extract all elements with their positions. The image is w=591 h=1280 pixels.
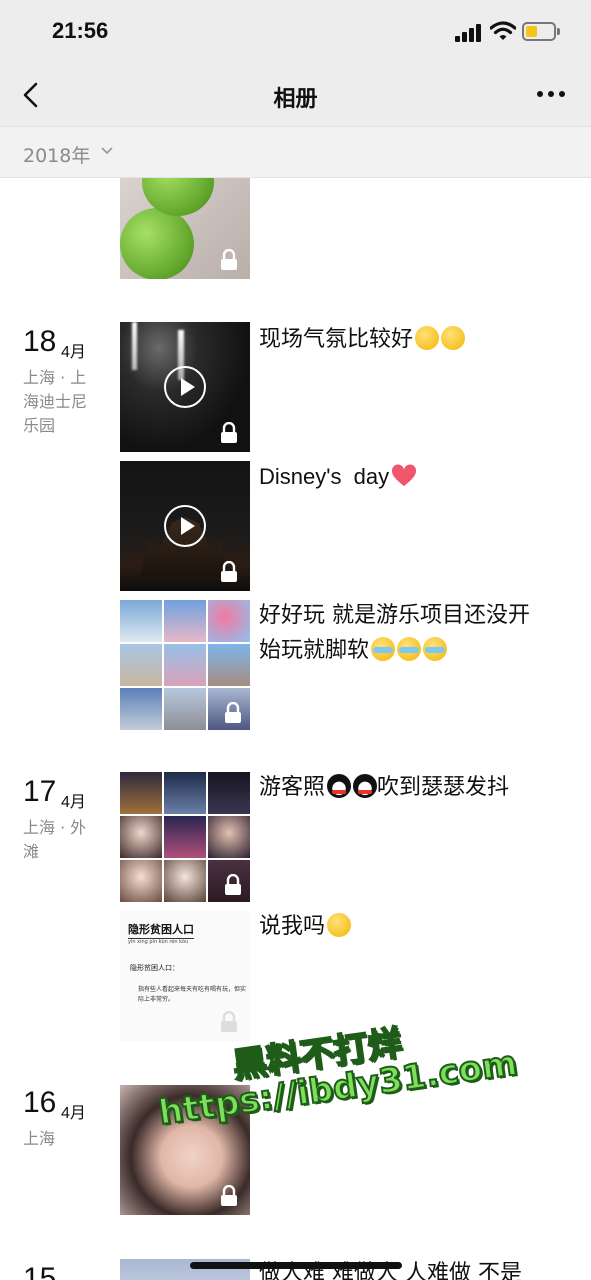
image-pinyin: yǐn xíng pín kùn rén kǒu — [128, 939, 189, 945]
post-text[interactable]: 好好玩 就是游乐项目还没开始玩就脚软 — [259, 598, 549, 668]
chevron-down-icon[interactable] — [100, 143, 114, 157]
crying-laughing-emoji-icon — [371, 637, 396, 661]
post-text[interactable]: 说我吗 — [259, 909, 559, 944]
lock-icon — [221, 1185, 237, 1206]
play-icon[interactable] — [164, 505, 206, 547]
post-caption: 说我吗 — [259, 914, 326, 939]
laughing-emoji-icon — [415, 326, 440, 350]
day-month: 4月 — [61, 794, 86, 811]
signal-icon — [455, 24, 485, 42]
lock-icon — [221, 1011, 237, 1032]
video-thumbnail[interactable] — [120, 322, 250, 452]
video-thumbnail[interactable] — [120, 461, 250, 591]
lock-icon — [221, 249, 237, 270]
status-bar: 21:56 — [0, 0, 591, 64]
play-icon[interactable] — [164, 366, 206, 408]
status-time: 21:56 — [52, 18, 109, 43]
penguin-emoji-icon — [353, 774, 378, 798]
image-title: 隐形贫困人口 — [128, 921, 194, 939]
day-month: 4月 — [61, 1275, 86, 1280]
day-number: 15 — [23, 1262, 57, 1280]
post-text[interactable]: 现场气氛比较好 — [259, 322, 559, 357]
nav-bar: 相册 — [0, 64, 591, 126]
post-text[interactable]: 游客照 吹到瑟瑟发抖 — [259, 770, 559, 805]
penguin-emoji-icon — [327, 774, 352, 798]
day-month: 4月 — [61, 1105, 86, 1122]
day-number: 17 — [23, 775, 57, 808]
post-caption: Disney's day — [259, 464, 390, 489]
post-caption: 现场气氛比较好 — [259, 327, 414, 352]
heart-emoji-icon — [392, 464, 417, 486]
day-number: 18 — [23, 325, 57, 358]
day-month: 4月 — [61, 344, 86, 361]
battery-icon — [522, 22, 560, 41]
lock-icon — [225, 874, 241, 895]
crying-laughing-emoji-icon — [397, 637, 422, 661]
image-body: 指有些人看起来每天有吃有喝有玩，但实际上非常穷。 — [138, 986, 247, 1003]
home-indicator — [190, 1262, 402, 1269]
crying-laughing-emoji-icon — [423, 637, 448, 661]
post-caption: 好好玩 就是游乐项目还没开始玩就脚软 — [259, 603, 530, 663]
post-caption-part: 游客照 — [259, 775, 326, 800]
laughing-emoji-icon — [441, 326, 466, 350]
photo-thumbnail[interactable] — [120, 178, 250, 279]
image-thumbnail[interactable]: 隐形贫困人口 yǐn xíng pín kùn rén kǒu 隐形贫困人口： … — [120, 911, 250, 1041]
post-text[interactable]: Disney's day — [259, 459, 559, 494]
day-number: 16 — [23, 1086, 57, 1119]
day-location: 上海 · 上海迪士尼乐园 — [23, 368, 88, 435]
photo-grid[interactable] — [120, 600, 250, 730]
page-title: 相册 — [273, 87, 318, 112]
day-location: 上海 · 外滩 — [23, 818, 87, 861]
album-feed: 18 4月 上海 · 上海迪士尼乐园 现场气氛比较好 Disney's day — [0, 178, 591, 1280]
wifi-icon — [490, 21, 516, 40]
year-filter[interactable]: 2018年 — [0, 126, 591, 178]
lock-icon — [221, 422, 237, 443]
lock-icon — [221, 561, 237, 582]
post-caption-part: 吹到瑟瑟发抖 — [377, 775, 510, 800]
day-location: 上海 — [23, 1129, 56, 1148]
photo-grid[interactable] — [120, 772, 250, 902]
photo-thumbnail[interactable] — [120, 1085, 250, 1215]
more-icon[interactable] — [536, 88, 566, 100]
image-subtitle: 隐形贫困人口： — [130, 964, 179, 972]
smile-emoji-icon — [327, 913, 352, 937]
year-label[interactable]: 2018年 — [23, 141, 90, 168]
lock-icon — [225, 702, 241, 723]
